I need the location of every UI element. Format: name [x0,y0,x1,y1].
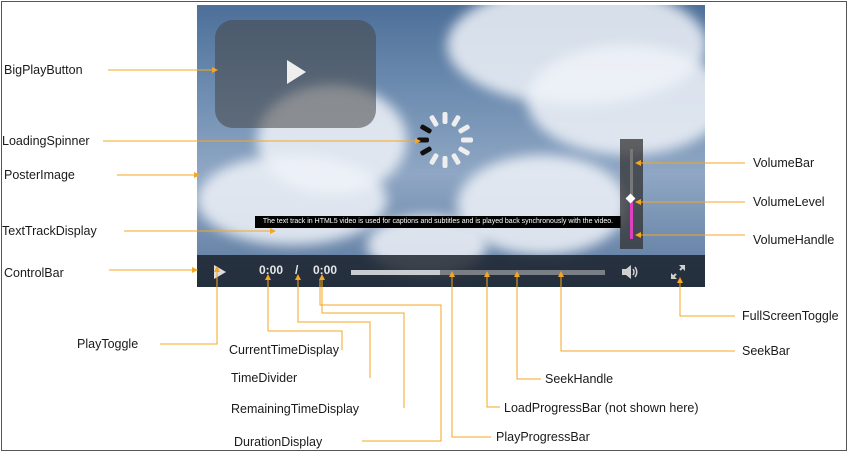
label-play-toggle: PlayToggle [77,337,139,351]
arrowhead [635,232,641,238]
label-load-progress-bar: LoadProgressBar (not shown here) [504,401,699,415]
leader-seek-handle [516,277,541,380]
label-volume-level: VolumeLevel [753,195,825,209]
arrowhead [415,138,421,144]
leader-load-progress-bar [486,277,500,408]
label-volume-handle: VolumeHandle [753,233,835,247]
arrowhead [635,160,641,166]
label-remaining-time-display: RemainingTimeDisplay [231,402,360,416]
arrowhead [194,172,200,178]
label-volume-bar: VolumeBar [753,156,815,170]
arrowhead [514,271,520,277]
arrowhead [319,274,325,280]
arrowhead [635,199,641,205]
label-duration-display: DurationDisplay [234,435,323,449]
label-current-time-display: CurrentTimeDisplay [229,343,339,357]
label-full-screen-toggle: FullScreenToggle [742,309,839,323]
leader-full-screen-toggle [679,283,735,317]
label-text-track-display: TextTrackDisplay [2,224,97,238]
arrowhead [558,271,564,277]
label-play-progress-bar: PlayProgressBar [496,430,590,444]
label-seek-bar: SeekBar [742,344,790,358]
label-control-bar: ControlBar [4,266,64,280]
arrowhead [214,266,220,272]
label-big-play-button: BigPlayButton [4,63,83,77]
label-seek-handle: SeekHandle [545,372,614,386]
arrowhead [677,277,683,283]
leader-play-toggle [160,272,218,345]
arrowhead [192,267,198,273]
leader-lines [103,67,745,442]
label-poster-image: PosterImage [4,168,75,182]
arrowhead [265,274,271,280]
label-loading-spinner: LoadingSpinner [2,134,90,148]
arrowhead [270,228,276,234]
label-time-divider: TimeDivider [231,371,298,385]
arrowhead [212,67,218,73]
leader-duration-display [319,280,442,442]
leader-time-divider [297,280,371,378]
arrowhead [295,274,301,280]
leader-play-progress-bar [451,277,491,438]
arrowhead [484,271,490,277]
arrowhead [449,271,455,277]
leader-seek-bar [560,277,735,352]
